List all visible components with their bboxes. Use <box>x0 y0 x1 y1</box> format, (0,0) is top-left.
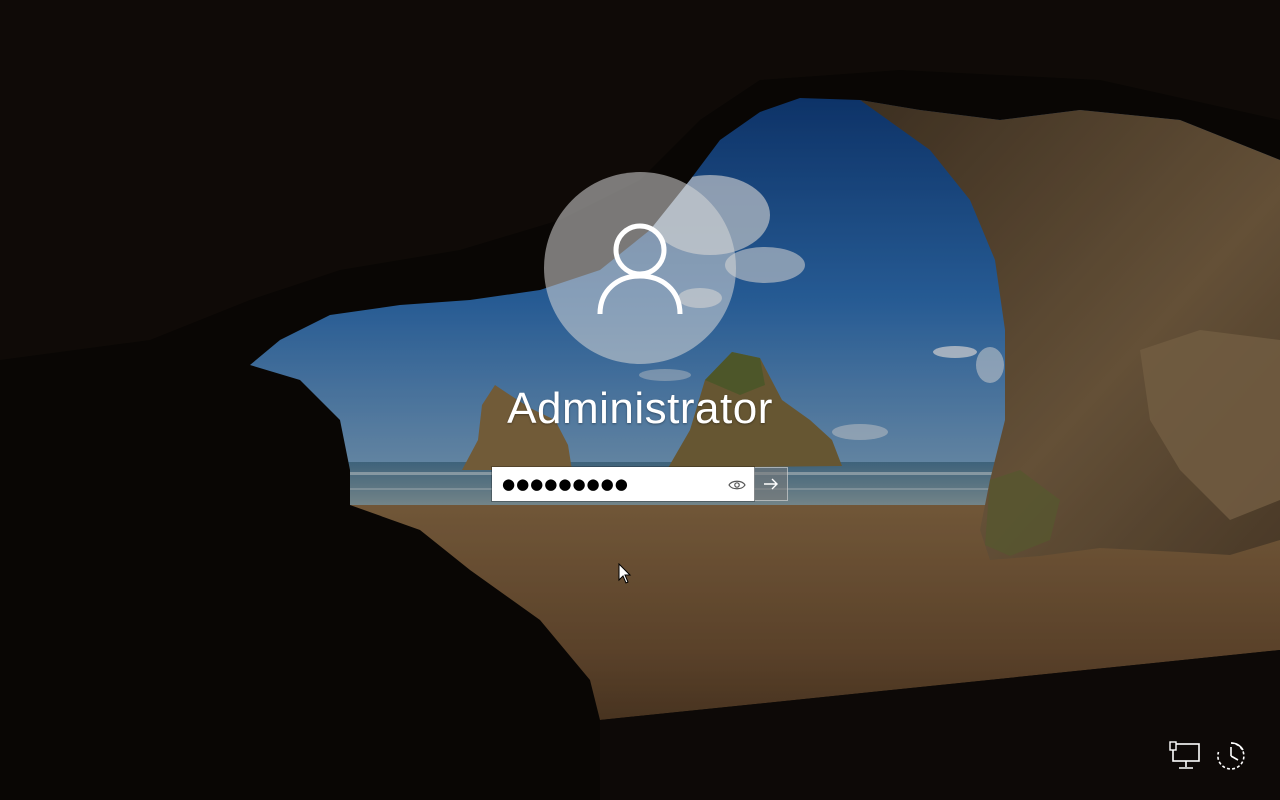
password-input[interactable] <box>494 469 722 499</box>
user-avatar <box>544 172 736 364</box>
ease-of-access-icon[interactable] <box>1213 738 1249 774</box>
eye-icon[interactable] <box>726 474 748 496</box>
username-label: Administrator <box>507 384 773 433</box>
mouse-pointer-icon <box>618 563 632 584</box>
password-box <box>491 466 788 502</box>
network-icon[interactable] <box>1167 738 1203 774</box>
submit-button[interactable] <box>754 467 788 501</box>
arrow-right-icon <box>764 478 778 490</box>
password-field <box>491 466 755 502</box>
user-silhouette-icon <box>597 223 683 315</box>
